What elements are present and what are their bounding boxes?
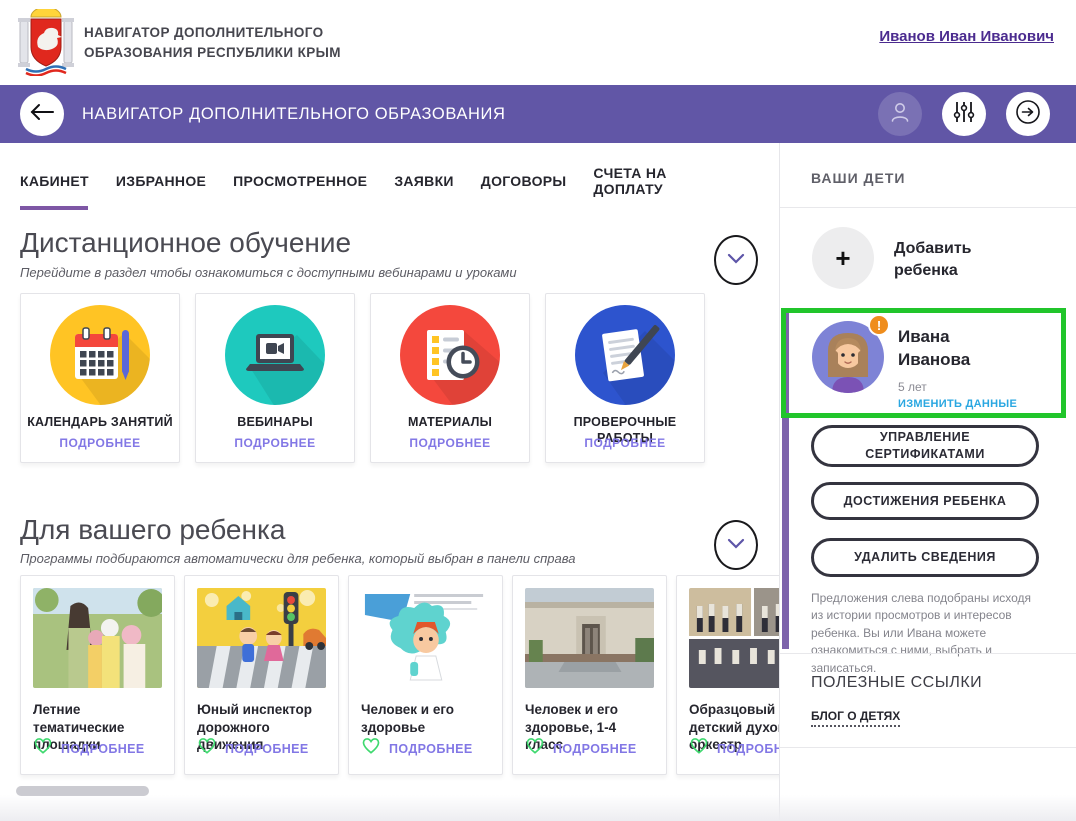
horizontal-scrollbar[interactable] (16, 786, 149, 796)
card-materials[interactable]: МАТЕРИАЛЫ ПОДРОБНЕЕ (370, 293, 530, 463)
card-label: МАТЕРИАЛЫ (371, 414, 529, 430)
card-label: КАЛЕНДАРЬ ЗАНЯТИЙ (21, 414, 179, 430)
program-card-summer[interactable]: Летние тематические площадки ПОДРОБНЕЕ (20, 575, 175, 775)
manage-certificates-button[interactable]: УПРАВЛЕНИЕ СЕРТИФИКАТАМИ (811, 425, 1039, 467)
brand-line1: НАВИГАТОР ДОПОЛНИТЕЛЬНОГО (84, 23, 341, 43)
program-illustration (361, 588, 490, 688)
logout-button[interactable] (1006, 92, 1050, 136)
back-button[interactable] (20, 92, 64, 136)
delete-child-button[interactable]: УДАЛИТЬ СВЕДЕНИЯ (811, 538, 1039, 577)
sidebar-heading: ВАШИ ДЕТИ (811, 170, 905, 186)
plus-icon: + (835, 243, 850, 274)
exit-arrow-icon (1015, 99, 1041, 130)
tab-surcharge-bills[interactable]: СЧЕТА НА ДОПЛАТУ (593, 165, 685, 197)
user-profile-link[interactable]: Иванов Иван Иванович (879, 28, 1054, 45)
blog-about-children-link[interactable]: БЛОГ О ДЕТЯХ (811, 709, 900, 727)
for-your-child-title: Для вашего ребенка (20, 514, 285, 546)
useful-links-heading: ПОЛЕЗНЫЕ ССЫЛКИ (811, 674, 982, 692)
calendar-icon (50, 305, 150, 405)
children-sidebar: ВАШИ ДЕТИ + Добавить ребенка (779, 143, 1076, 821)
program-illustration (197, 588, 326, 688)
person-icon (889, 100, 911, 129)
tab-viewed[interactable]: ПРОСМОТРЕННОЕ (233, 173, 367, 189)
card-schedule[interactable]: КАЛЕНДАРЬ ЗАНЯТИЙ ПОДРОБНЕЕ (20, 293, 180, 463)
sliders-icon (953, 101, 975, 128)
brand-line2: ОБРАЗОВАНИЯ РЕСПУБЛИКИ КРЫМ (84, 43, 341, 63)
for-your-child-subtitle: Программы подбираются автоматически для … (20, 551, 576, 566)
program-card-orchestra[interactable]: Образцовый детский духовой оркестр ПОДРО… (676, 575, 779, 775)
program-card-health[interactable]: Человек и его здоровье ПОДРОБНЕЕ (348, 575, 503, 775)
distance-learning-title: Дистанционное обучение (20, 227, 351, 259)
card-label: ВЕБИНАРЫ (196, 414, 354, 430)
heart-icon[interactable] (525, 736, 545, 761)
selected-child-indicator (782, 311, 789, 649)
child-name[interactable]: Ивана Иванова (898, 326, 1010, 372)
heart-icon[interactable] (33, 736, 53, 761)
details-link[interactable]: ПОДРОБНЕЕ (225, 742, 309, 756)
site-header: НАВИГАТОР ДОПОЛНИТЕЛЬНОГО ОБРАЗОВАНИЯ РЕ… (0, 0, 1076, 85)
details-link[interactable]: ПОДРОБНЕЕ (196, 436, 354, 450)
details-link[interactable]: ПОДРОБНЕЕ (61, 742, 145, 756)
add-child-button[interactable]: + (812, 227, 874, 289)
heart-icon[interactable] (197, 736, 217, 761)
program-cards: Летние тематические площадки ПОДРОБНЕЕ (20, 575, 779, 775)
brand-title: НАВИГАТОР ДОПОЛНИТЕЛЬНОГО ОБРАЗОВАНИЯ РЕ… (84, 23, 341, 62)
details-link[interactable]: ПОДРОБНЕЕ (546, 436, 704, 450)
cabinet-tabs: КАБИНЕТ ИЗБРАННОЕ ПРОСМОТРЕННОЕ ЗАЯВКИ Д… (20, 165, 685, 197)
tab-applications[interactable]: ЗАЯВКИ (394, 173, 453, 189)
filters-button[interactable] (942, 92, 986, 136)
program-card-health-elementary[interactable]: Человек и его здоровье, 1-4 класс ПОДРОБ… (512, 575, 667, 775)
tab-contracts[interactable]: ДОГОВОРЫ (481, 173, 567, 189)
webinar-laptop-icon (225, 305, 325, 405)
navbar: НАВИГАТОР ДОПОЛНИТЕЛЬНОГО ОБРАЗОВАНИЯ (0, 85, 1076, 143)
card-webinars[interactable]: ВЕБИНАРЫ ПОДРОБНЕЕ (195, 293, 355, 463)
program-photo (33, 588, 162, 688)
program-title: Человек и его здоровье (361, 701, 490, 736)
child-achievements-button[interactable]: ДОСТИЖЕНИЯ РЕБЕНКА (811, 482, 1039, 520)
heart-icon[interactable] (361, 736, 381, 761)
edit-child-data-link[interactable]: ИЗМЕНИТЬ ДАННЫЕ (898, 398, 1017, 410)
heart-icon[interactable] (689, 736, 709, 761)
crimea-coat-of-arms-logo (18, 9, 74, 76)
chevron-down-icon (727, 251, 745, 269)
add-child-label[interactable]: Добавить ребенка (894, 238, 1014, 281)
navigator-app: НАВИГАТОР ДОПОЛНИТЕЛЬНОГО ОБРАЗОВАНИЯ РЕ… (0, 0, 1076, 821)
collapse-distance-button[interactable] (714, 235, 758, 285)
recommendations-note: Предложения слева подобраны исходя из ис… (811, 590, 1045, 677)
distance-learning-subtitle: Перейдите в раздел чтобы ознакомиться с … (20, 265, 517, 280)
details-link[interactable]: ПОДРОБНЕЕ (371, 436, 529, 450)
program-photo (525, 588, 654, 688)
alert-badge-icon: ! (868, 314, 890, 336)
divider (780, 653, 1076, 654)
collapse-child-section-button[interactable] (714, 520, 758, 570)
materials-checklist-icon (400, 305, 500, 405)
details-link[interactable]: ПОДРОБНЕЕ (389, 742, 473, 756)
test-paper-icon (575, 305, 675, 405)
divider (780, 207, 1076, 208)
details-link[interactable]: ПОДРОБНЕЕ (553, 742, 637, 756)
back-arrow-icon (29, 102, 55, 127)
main-content: КАБИНЕТ ИЗБРАННОЕ ПРОСМОТРЕННОЕ ЗАЯВКИ Д… (0, 143, 779, 821)
details-link[interactable]: ПОДРОБНЕЕ (21, 436, 179, 450)
tab-cabinet[interactable]: КАБИНЕТ (20, 173, 89, 189)
tab-favorites[interactable]: ИЗБРАННОЕ (116, 173, 206, 189)
distance-learning-cards: КАЛЕНДАРЬ ЗАНЯТИЙ ПОДРОБНЕЕ (20, 293, 705, 463)
program-card-road-inspector[interactable]: Юный инспектор дорожного движения ПОДРОБ… (184, 575, 339, 775)
details-link[interactable]: ПОДРОБНЕЕ (717, 742, 779, 756)
card-tests[interactable]: ПРОВЕРОЧНЫЕ РАБОТЫ ПОДРОБНЕЕ (545, 293, 705, 463)
profile-button[interactable] (878, 92, 922, 136)
child-age: 5 лет (898, 380, 927, 394)
divider (780, 747, 1076, 748)
chevron-down-icon (727, 536, 745, 554)
program-photo-collage (689, 588, 779, 688)
navbar-title: НАВИГАТОР ДОПОЛНИТЕЛЬНОГО ОБРАЗОВАНИЯ (82, 105, 506, 124)
